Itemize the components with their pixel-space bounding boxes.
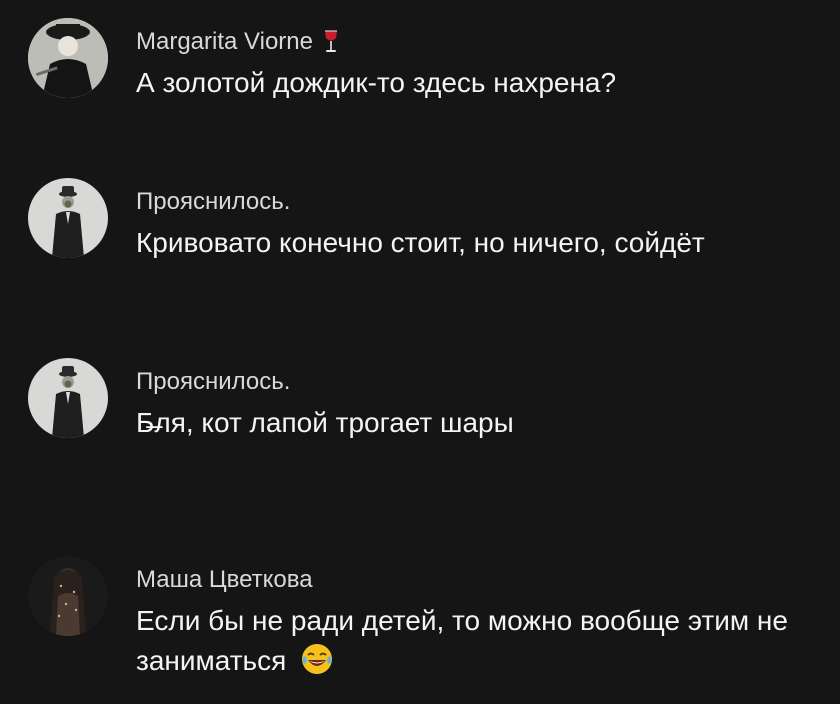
avatar-image	[28, 178, 108, 258]
avatar[interactable]	[28, 556, 108, 636]
author-name[interactable]: Margarita Viorne	[136, 28, 313, 56]
comment-author[interactable]: Прояснилось.	[136, 368, 840, 396]
laughing-tears-icon	[300, 642, 334, 676]
wine-glass-icon	[323, 29, 339, 55]
comment-author[interactable]: Margarita Viorne	[136, 28, 840, 56]
comment-text: Б̶ля, кот лапой трогает шары	[136, 407, 514, 438]
author-name[interactable]: Прояснилось.	[136, 188, 290, 216]
avatar[interactable]	[28, 178, 108, 258]
avatar[interactable]	[28, 358, 108, 438]
comment-author[interactable]: Маша Цветкова	[136, 566, 840, 594]
comment-text: Кривовато конечно стоит, но ничего, сойд…	[136, 227, 705, 258]
comment-author[interactable]: Прояснилось.	[136, 188, 840, 216]
avatar[interactable]	[28, 18, 108, 98]
avatar-image	[28, 18, 108, 98]
avatar-image	[28, 556, 108, 636]
comment-text: А золотой дождик-то здесь нахрена?	[136, 67, 617, 98]
comment-text-content: Если бы не ради детей, то можно вообще э…	[136, 605, 788, 676]
author-name[interactable]: Прояснилось.	[136, 368, 290, 396]
comment-text: Если бы не ради детей, то можно вообще э…	[136, 601, 796, 681]
avatar-image	[28, 358, 108, 438]
author-name[interactable]: Маша Цветкова	[136, 566, 313, 594]
